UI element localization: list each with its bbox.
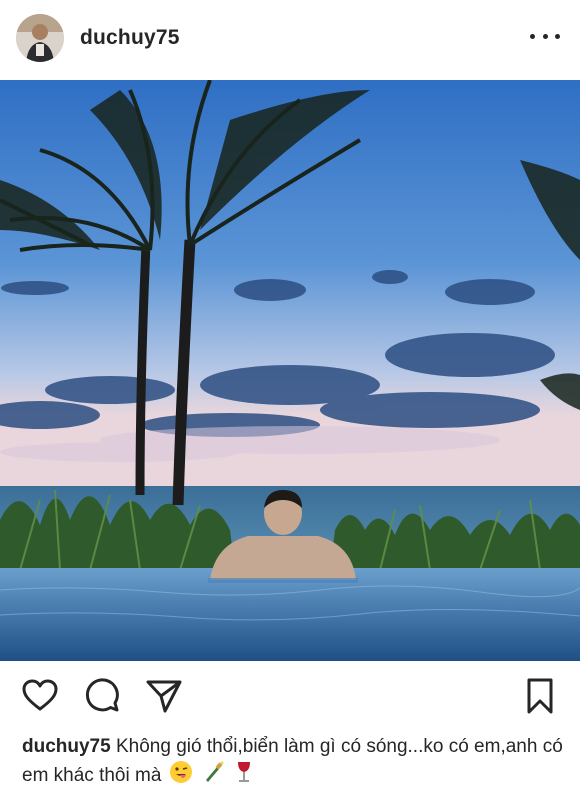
post-header: duchuy75: [0, 0, 580, 80]
post-caption: duchuy75 Không gió thổi,biển làm gì có s…: [22, 733, 567, 792]
caption-username[interactable]: duchuy75: [22, 736, 111, 757]
post-image[interactable]: [0, 80, 580, 661]
heart-icon[interactable]: [20, 676, 60, 716]
bookmark-icon[interactable]: [520, 676, 560, 716]
post-username[interactable]: duchuy75: [80, 26, 180, 50]
more-options-icon[interactable]: [530, 26, 560, 46]
wine-glass-emoji: [233, 760, 255, 792]
post-actions: [0, 676, 580, 720]
comment-bubble-icon[interactable]: [82, 676, 122, 716]
bottle-emoji: [200, 760, 226, 792]
winking-tongue-emoji: [169, 760, 193, 792]
avatar[interactable]: [16, 14, 64, 62]
paper-plane-icon[interactable]: [144, 676, 184, 716]
